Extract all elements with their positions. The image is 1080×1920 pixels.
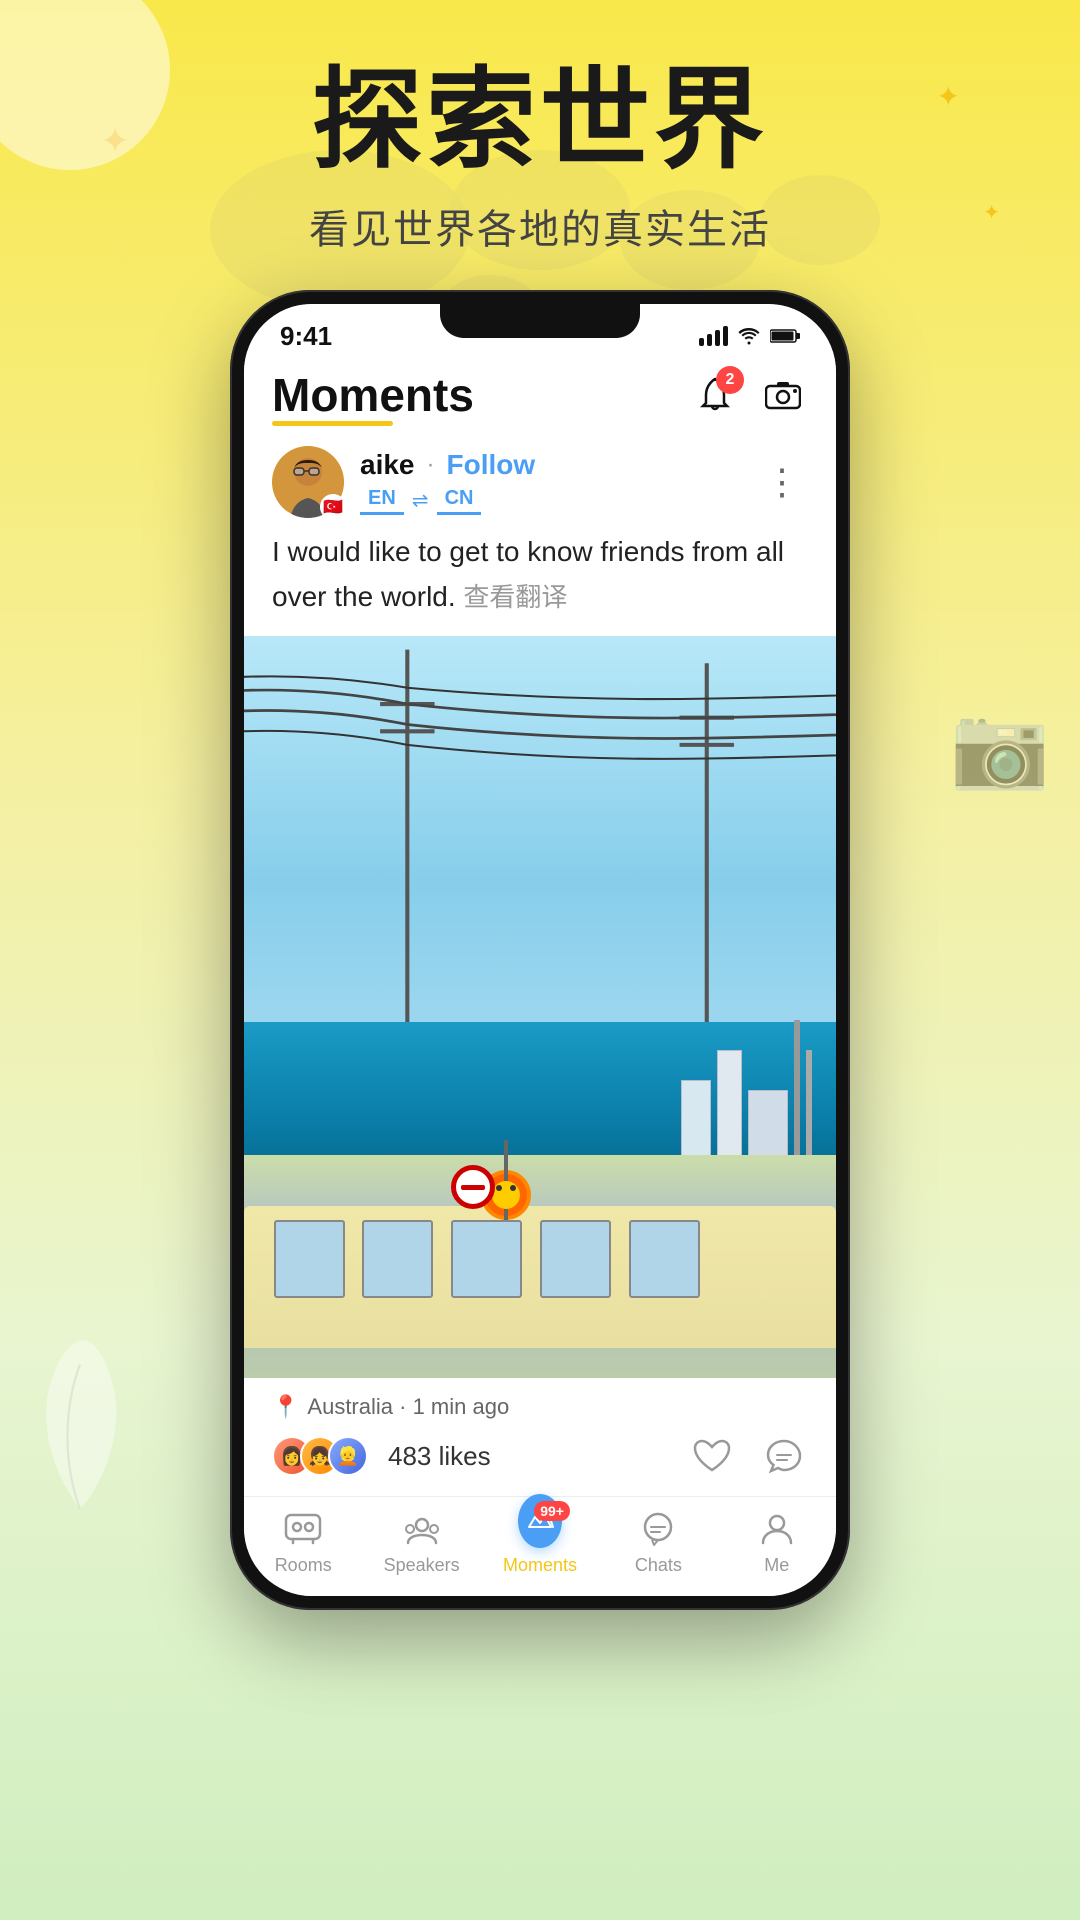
lang-to: CN [437,485,482,515]
post-actions-row: 👩 👧 👱 483 likes [272,1432,808,1480]
nav-item-me[interactable]: Me [718,1507,836,1576]
page-background: ✦ ✦ ✦ 探索世界 看见世界各地的真实生活 📷 9:41 [0,0,1080,1920]
post-image[interactable] [244,636,836,1378]
header-title: Moments [272,368,474,422]
signal-icon [699,326,728,346]
action-buttons [688,1432,808,1480]
rooms-icon [281,1507,325,1551]
post-footer: 📍 Australia · 1 min ago 👩 👧 👱 [244,1378,836,1496]
post-image-content [244,636,836,1378]
likes-count: 483 likes [388,1441,491,1472]
phone-notch [440,304,640,338]
bottom-nav: Rooms [244,1496,836,1596]
likes-section: 👩 👧 👱 483 likes [272,1436,491,1476]
status-time: 9:41 [280,321,332,352]
leaf-deco-left [20,1320,140,1520]
user-details: aike · Follow EN ⇌ CN [360,449,535,515]
speakers-icon [400,1507,444,1551]
location-time: 📍 Australia · 1 min ago [272,1394,808,1420]
post-text: I would like to get to know friends from… [244,530,836,636]
post-menu-button[interactable]: ⋮ [756,453,808,511]
lang-from: EN [360,485,404,515]
username: aike [360,449,415,481]
promo-header: 探索世界 看见世界各地的真实生活 [0,60,1080,255]
nav-item-moments[interactable]: 99+ Moments [481,1507,599,1576]
nav-label-speakers: Speakers [384,1555,460,1576]
phone-frame: 9:41 [230,290,850,1610]
nav-item-speakers[interactable]: Speakers [362,1507,480,1576]
power-lines [244,636,836,1044]
me-icon [755,1507,799,1551]
notification-button[interactable]: 2 [690,370,740,420]
nav-item-chats[interactable]: Chats [599,1507,717,1576]
dot-separator: · [427,451,435,479]
comment-button[interactable] [760,1432,808,1480]
translate-link[interactable]: 查看翻译 [463,582,567,612]
phone-wrapper: 9:41 [230,290,850,1610]
foreground-poles [244,1081,836,1378]
liker-avatar-3: 👱 [328,1436,368,1476]
follow-button[interactable]: Follow [447,449,536,481]
post-user-info: 🇹🇷 aike · Follow EN [272,446,535,518]
wifi-icon [738,327,760,345]
post-card: 🇹🇷 aike · Follow EN [244,430,836,1596]
app-header: Moments 2 [244,358,836,430]
country-flag: 🇹🇷 [320,494,346,520]
camera-deco: 📷 [950,700,1050,794]
post-header: 🇹🇷 aike · Follow EN [244,430,836,530]
header-icons: 2 [690,370,808,420]
user-avatar-wrapper[interactable]: 🇹🇷 [272,446,344,518]
camera-button[interactable] [758,370,808,420]
language-row: EN ⇌ CN [360,485,535,515]
promo-title: 探索世界 [0,60,1080,181]
heart-icon [692,1438,732,1474]
nav-label-chats: Chats [635,1555,682,1576]
location-pin-icon: 📍 [272,1394,299,1420]
chats-icon [636,1507,680,1551]
nav-label-me: Me [764,1555,789,1576]
location-label: Australia · 1 min ago [307,1394,509,1420]
lang-arrow-icon: ⇌ [412,488,429,513]
phone-screen: 9:41 [244,304,836,1596]
promo-subtitle: 看见世界各地的真实生活 [0,197,1080,255]
comment-icon [765,1438,803,1474]
moments-badge: 99+ [534,1501,570,1521]
nav-item-rooms[interactable]: Rooms [244,1507,362,1576]
like-button[interactable] [688,1432,736,1480]
battery-icon [770,328,800,344]
status-icons [699,326,800,346]
nav-label-rooms: Rooms [275,1555,332,1576]
nav-label-moments: Moments [503,1555,577,1576]
moments-icon: 99+ [518,1507,562,1551]
avatar-stack: 👩 👧 👱 [272,1436,356,1476]
notification-badge: 2 [716,366,744,394]
user-name-row: aike · Follow [360,449,535,481]
camera-icon [765,380,801,410]
